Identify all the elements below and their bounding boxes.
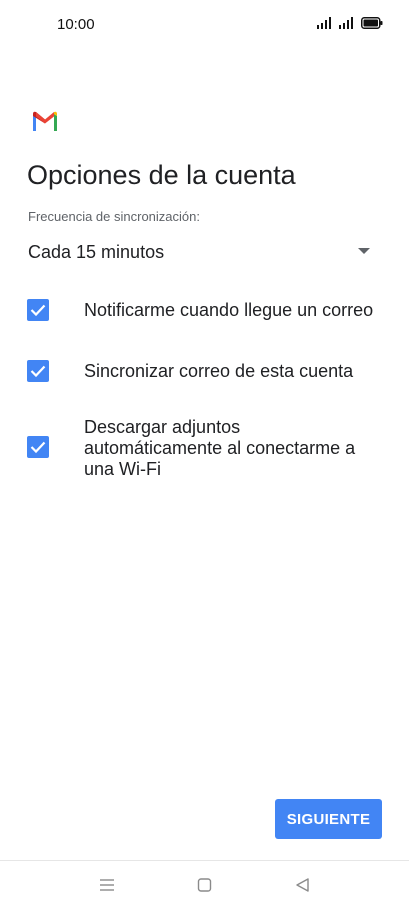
option-download-label: Descargar adjuntos automáticamente al co… xyxy=(84,417,355,480)
status-time: 10:00 xyxy=(57,16,95,33)
page-title: Opciones de la cuenta xyxy=(27,160,296,190)
signal-icon xyxy=(339,17,355,29)
checkbox-download[interactable] xyxy=(27,436,49,458)
option-sync-row[interactable]: Sincronizar correo de esta cuenta xyxy=(27,359,387,383)
system-nav-bar xyxy=(0,861,409,910)
status-icons xyxy=(317,17,383,29)
option-download-label-line: Descargar adjuntos xyxy=(84,417,241,437)
next-button[interactable]: SIGUIENTE xyxy=(275,799,382,839)
menu-icon[interactable] xyxy=(98,877,118,895)
screen: 10:00 Opciones de la cuenta Frecuencia d… xyxy=(0,0,409,910)
home-icon[interactable] xyxy=(196,877,216,895)
option-notify-label: Notificarme cuando llegue un correo xyxy=(84,300,374,320)
signal-icon xyxy=(317,17,333,29)
option-download-label-line: automáticamente al conectarme a xyxy=(84,438,356,458)
status-bar: 10:00 xyxy=(0,0,409,50)
back-icon[interactable] xyxy=(294,877,314,895)
option-sync-label: Sincronizar correo de esta cuenta xyxy=(84,361,354,381)
option-notify-row[interactable]: Notificarme cuando llegue un correo xyxy=(27,298,387,322)
sync-frequency-dropdown[interactable]: Cada 15 minutos xyxy=(28,236,374,268)
option-download-label-line: una Wi-Fi xyxy=(84,459,162,479)
sync-frequency-label: Frecuencia de sincronización: xyxy=(28,209,200,224)
checkmark-icon xyxy=(30,441,46,454)
checkmark-icon xyxy=(30,365,46,378)
checkbox-notify[interactable] xyxy=(27,299,49,321)
checkmark-icon xyxy=(30,304,46,317)
sync-frequency-value: Cada 15 minutos xyxy=(28,242,165,262)
battery-icon xyxy=(361,17,383,29)
gmail-logo xyxy=(32,111,58,133)
dropdown-arrow-icon xyxy=(358,248,370,254)
option-download-row[interactable]: Descargar adjuntos automáticamente al co… xyxy=(27,416,387,482)
checkbox-sync[interactable] xyxy=(27,360,49,382)
